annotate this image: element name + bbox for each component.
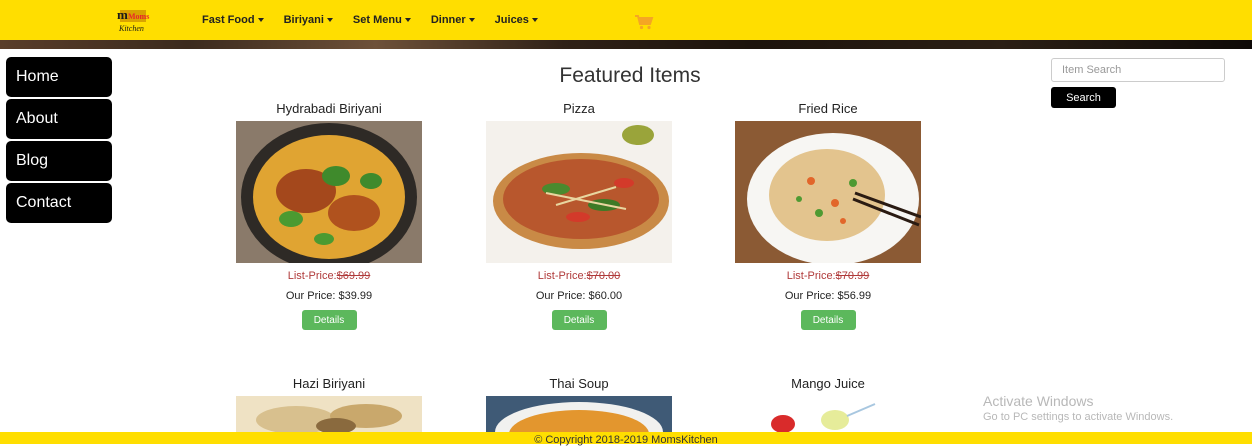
- product-name: Thai Soup: [549, 376, 609, 391]
- logo-subtext: Kitchen: [119, 24, 144, 33]
- product-name: Fried Rice: [798, 101, 858, 116]
- our-price: Our Price: $60.00: [486, 290, 672, 302]
- search-button[interactable]: Search: [1051, 87, 1116, 108]
- shopping-cart-icon[interactable]: [634, 14, 654, 30]
- biriyani-image[interactable]: [236, 121, 422, 263]
- thai-soup-image[interactable]: [486, 396, 672, 432]
- list-price: List-Price:$70.00: [486, 270, 672, 282]
- caret-down-icon: [404, 18, 411, 23]
- list-price-label: List-Price:: [287, 270, 337, 282]
- nav-set-menu[interactable]: Set Menu: [353, 14, 411, 30]
- nav-label: Biriyani: [283, 14, 324, 26]
- pizza-image[interactable]: [486, 121, 672, 263]
- our-price-value: $56.99: [837, 290, 872, 302]
- details-button[interactable]: Details: [551, 310, 607, 330]
- nav-biriyani[interactable]: Biriyani: [284, 14, 333, 30]
- product-name: Hazi Biriyani: [292, 376, 366, 391]
- our-price-value: $60.00: [588, 290, 623, 302]
- product-name: Mango Juice: [791, 376, 865, 391]
- main-nav: Fast Food Biriyani Set Menu Dinner Juice…: [202, 14, 558, 30]
- list-price-value: $69.99: [336, 270, 371, 282]
- watermark-subtitle: Go to PC settings to activate Windows.: [983, 411, 1174, 423]
- our-price-label: Our Price:: [285, 290, 339, 302]
- product-card: Pizza List-Price:$70.00 Our Price: $60.0…: [486, 101, 672, 330]
- sidebar-item-about[interactable]: About: [6, 99, 112, 139]
- top-navbar: m Moms Kitchen Fast Food Biriyani Set Me…: [0, 0, 1252, 40]
- item-search-input[interactable]: [1051, 58, 1225, 82]
- nav-label: Juices: [494, 14, 529, 26]
- moms-kitchen-logo[interactable]: m Moms Kitchen: [117, 4, 153, 36]
- nav-label: Fast Food: [202, 14, 255, 26]
- nav-dinner[interactable]: Dinner: [431, 14, 475, 30]
- our-price: Our Price: $56.99: [735, 290, 921, 302]
- footer: © Copyright 2018-2019 MomsKitchen: [0, 432, 1252, 446]
- mango-juice-image[interactable]: [735, 396, 921, 432]
- sidebar-item-contact[interactable]: Contact: [6, 183, 112, 223]
- details-button[interactable]: Details: [800, 310, 856, 330]
- product-name: Pizza: [563, 101, 595, 116]
- product-name: Hydrabadi Biriyani: [276, 101, 382, 116]
- copyright-text: © Copyright 2018-2019 MomsKitchen: [534, 434, 718, 446]
- list-price: List-Price:$70.99: [735, 270, 921, 282]
- product-card: Mango Juice: [735, 376, 921, 432]
- caret-down-icon: [326, 18, 333, 23]
- our-price: Our Price: $39.99: [236, 290, 422, 302]
- product-card: Hydrabadi Biriyani List-Price:$69.99 Our…: [236, 101, 422, 330]
- list-price-value: $70.99: [835, 270, 870, 282]
- product-card: Fried Rice List-Price:$70.99 Our Price: …: [735, 101, 921, 330]
- logo-text: Moms: [128, 12, 150, 21]
- our-price-label: Our Price:: [535, 290, 589, 302]
- activate-windows-watermark: Activate Windows Go to PC settings to ac…: [983, 393, 1173, 423]
- logo-initial: m: [117, 7, 128, 22]
- sidebar-item-blog[interactable]: Blog: [6, 141, 112, 181]
- watermark-title: Activate Windows: [983, 393, 1094, 409]
- list-price-label: List-Price:: [537, 270, 587, 282]
- our-price-label: Our Price:: [784, 290, 838, 302]
- nav-label: Set Menu: [352, 14, 402, 26]
- our-price-value: $39.99: [338, 290, 373, 302]
- caret-down-icon: [468, 18, 475, 23]
- nav-label: Dinner: [430, 14, 466, 26]
- product-card: Thai Soup: [486, 376, 672, 432]
- nav-fast-food[interactable]: Fast Food: [202, 14, 264, 30]
- list-price: List-Price:$69.99: [236, 270, 422, 282]
- page-title: Featured Items: [559, 64, 701, 87]
- details-button[interactable]: Details: [301, 310, 357, 330]
- header-banner-image: [0, 40, 1252, 49]
- sidebar-item-home[interactable]: Home: [6, 57, 112, 97]
- fried-rice-image[interactable]: [735, 121, 921, 263]
- list-price-label: List-Price:: [786, 270, 836, 282]
- sidebar: Home About Blog Contact: [6, 57, 112, 225]
- caret-down-icon: [257, 18, 264, 23]
- hazi-biriyani-image[interactable]: [236, 396, 422, 432]
- product-card: Hazi Biriyani: [236, 376, 422, 432]
- nav-juices[interactable]: Juices: [495, 14, 538, 30]
- caret-down-icon: [531, 18, 538, 23]
- list-price-value: $70.00: [586, 270, 621, 282]
